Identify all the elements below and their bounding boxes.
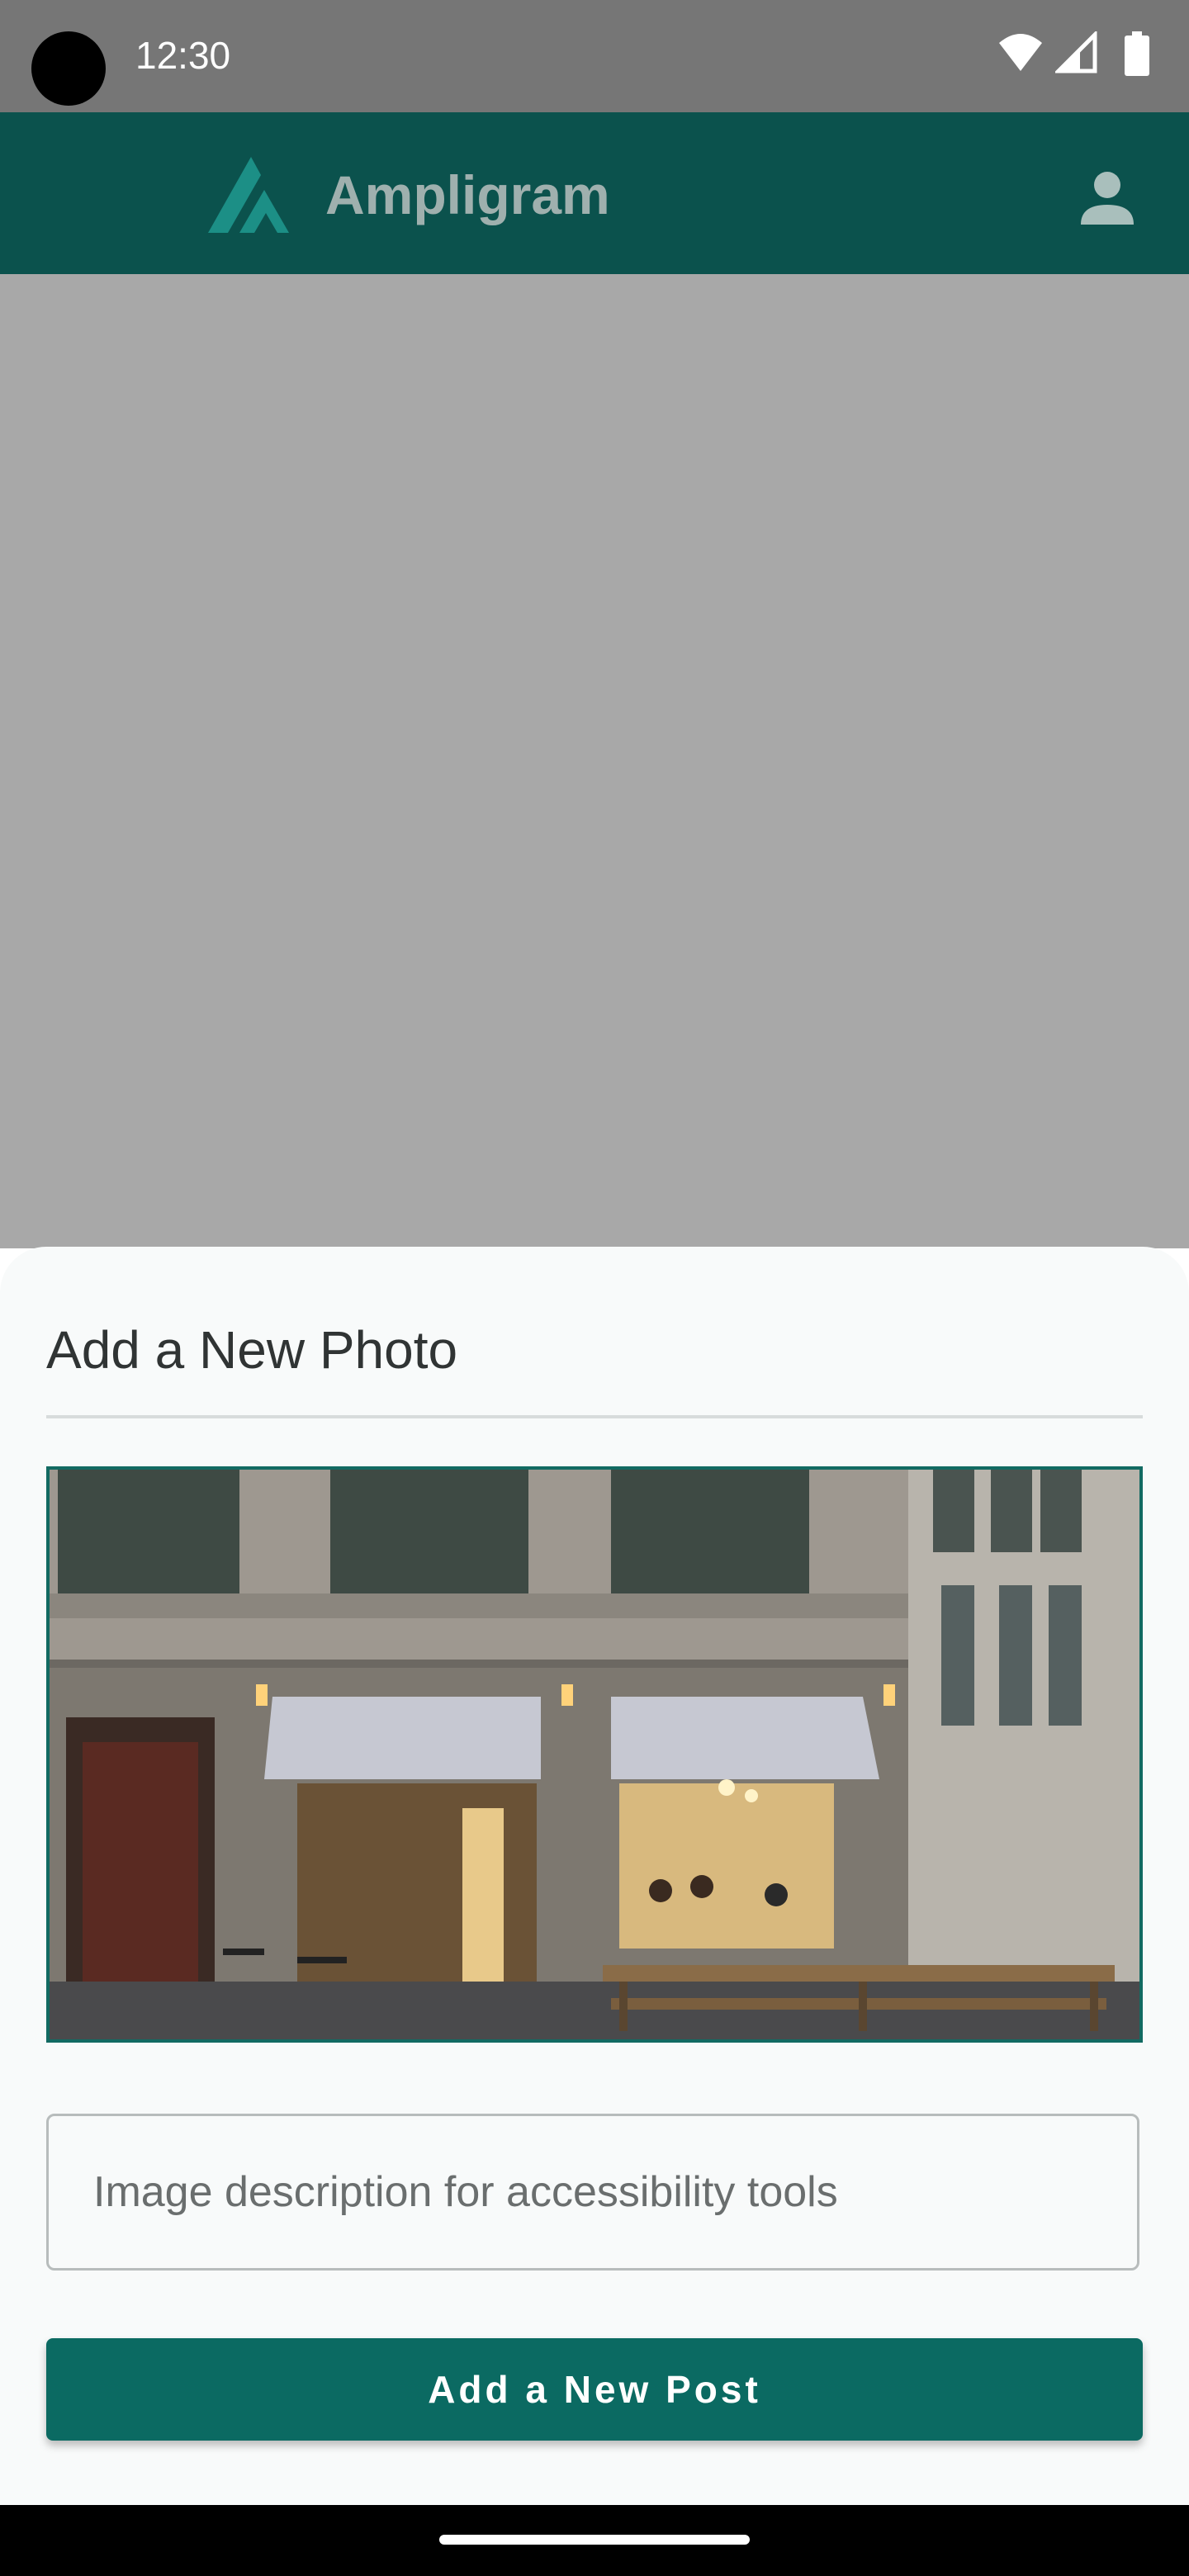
app-bar: Ampligram xyxy=(0,112,1189,274)
app-title: Ampligram xyxy=(325,164,610,225)
photo-preview[interactable] xyxy=(46,1466,1143,2043)
camera-cutout xyxy=(31,31,106,106)
modal-backdrop[interactable] xyxy=(0,274,1189,1248)
sheet-title: Add a New Photo xyxy=(46,1320,458,1380)
person-icon xyxy=(1094,172,1120,198)
ampligram-logo-icon xyxy=(208,157,289,233)
status-bar: 12:30 xyxy=(0,0,1189,112)
photo-preview-image xyxy=(50,1470,1139,2039)
home-indicator[interactable] xyxy=(439,2535,750,2545)
status-time: 12:30 xyxy=(135,34,231,77)
wifi-icon xyxy=(999,34,1042,71)
battery-icon xyxy=(1125,31,1149,76)
navigation-bar xyxy=(0,2505,1189,2576)
image-description-input[interactable] xyxy=(46,2114,1139,2271)
sheet-divider xyxy=(46,1415,1143,1418)
add-new-post-button[interactable]: Add a New Post xyxy=(46,2338,1143,2441)
add-photo-sheet: Add a New Photo Image description for ac… xyxy=(0,1247,1189,2505)
profile-button[interactable] xyxy=(1070,160,1144,234)
signal-icon xyxy=(1055,31,1097,73)
